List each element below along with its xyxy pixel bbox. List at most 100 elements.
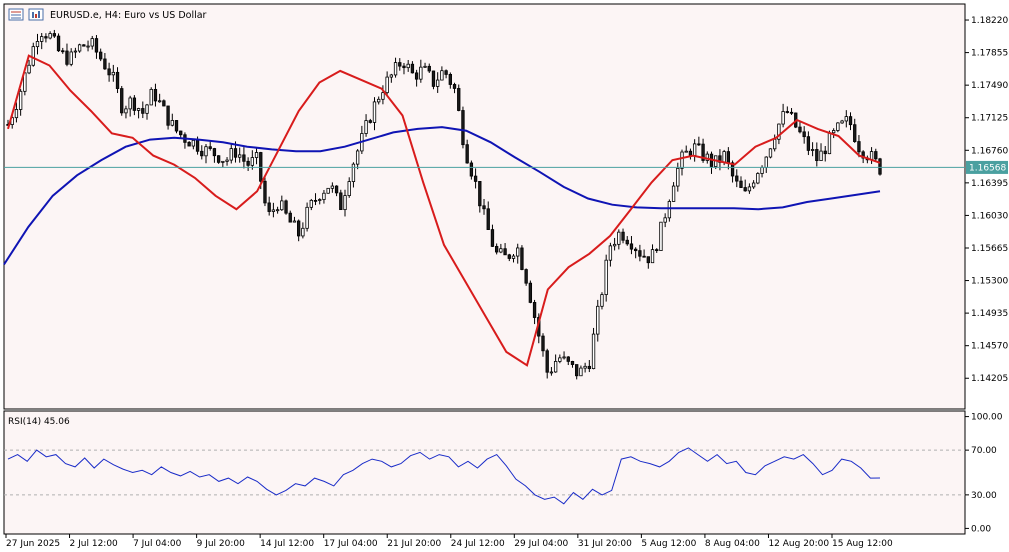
candle-body: [128, 97, 132, 110]
candle-body: [836, 122, 840, 131]
price-tick-label: 1.17125: [971, 114, 1008, 124]
candle-body: [292, 220, 297, 223]
candle-body: [553, 361, 558, 373]
price-tick-label: 1.14205: [971, 374, 1008, 384]
time-tick-label: 14 Jul 12:00: [260, 539, 314, 549]
candle: [82, 44, 86, 47]
candle: [284, 199, 288, 215]
candle-body: [271, 209, 276, 212]
candle-body: [655, 249, 659, 252]
candle-body: [191, 139, 196, 147]
grid-icon[interactable]: [8, 8, 24, 21]
price-tick-label: 1.18220: [971, 16, 1008, 26]
candle: [431, 70, 436, 90]
time-tick-label: 31 Jul 20:00: [578, 539, 632, 549]
candle-body: [86, 45, 90, 48]
candle-body: [431, 70, 436, 87]
candle-body: [393, 62, 398, 76]
candle-body: [815, 149, 819, 162]
candle-body: [52, 33, 57, 37]
chart-title: EURUSD.e, H4: Euro vs US Dollar: [50, 10, 207, 21]
candle-body: [179, 130, 183, 136]
candle-body: [756, 173, 760, 184]
time-tick-label: 21 Jul 20:00: [387, 539, 441, 549]
candle-body: [785, 111, 789, 113]
candle-body: [347, 181, 351, 196]
candle: [339, 189, 343, 211]
candle: [659, 221, 663, 251]
current-price-tag: 1.16568: [966, 160, 1008, 174]
candle-body: [760, 167, 764, 174]
candle-body: [414, 72, 419, 80]
price-tag-label: 1.16568: [969, 163, 1006, 173]
candle-body: [330, 185, 335, 189]
candle-body: [44, 36, 48, 39]
candle-body: [671, 185, 676, 202]
candle-body: [77, 44, 82, 52]
candle-body: [764, 156, 768, 168]
candle-body: [107, 68, 111, 76]
candle-body: [608, 245, 613, 261]
candle-body: [381, 92, 385, 100]
candle-body: [436, 79, 440, 87]
candle-body: [486, 208, 490, 230]
chart-icon[interactable]: [28, 8, 44, 21]
candle-body: [507, 254, 511, 259]
candle-body: [208, 146, 212, 149]
candle-body: [111, 71, 115, 76]
price-tick-label: 1.14935: [971, 309, 1008, 319]
candle-body: [545, 350, 549, 373]
candle-body: [469, 162, 474, 177]
candle-body: [676, 167, 680, 187]
candle-body: [221, 160, 225, 163]
candle-body: [73, 50, 78, 53]
candle-body: [141, 108, 145, 114]
candle: [120, 85, 124, 116]
candle: [836, 122, 840, 133]
candle-body: [768, 148, 773, 158]
price-panel[interactable]: [3, 3, 966, 410]
time-tick-label: 15 Aug 12:00: [832, 539, 893, 549]
candle-body: [773, 138, 777, 150]
candle-body: [600, 294, 604, 307]
candle-body: [684, 150, 688, 153]
candle-body: [802, 131, 806, 138]
candle-body: [212, 148, 217, 157]
candle-body: [583, 365, 587, 369]
candle: [326, 187, 330, 194]
time-tick-label: 7 Jul 04:00: [133, 539, 182, 549]
candle-body: [385, 76, 389, 94]
price-tick-label: 1.15300: [971, 277, 1008, 287]
candle-body: [743, 187, 747, 192]
candle-body: [368, 120, 372, 123]
candle: [461, 106, 465, 149]
candle-body: [94, 38, 99, 53]
time-tick-label: 2 Jul 12:00: [70, 539, 119, 549]
candle-body: [482, 205, 486, 210]
candle-body: [831, 130, 836, 134]
rsi-panel[interactable]: RSI(14) 45.06: [3, 410, 966, 535]
candle-body: [642, 255, 646, 258]
candle-body: [339, 192, 343, 211]
time-tick-label: 17 Jul 04:00: [324, 539, 378, 549]
candle-body: [570, 360, 575, 365]
candle-body: [726, 151, 731, 164]
candle-body: [646, 256, 650, 264]
candle: [162, 99, 166, 107]
price-tick-label: 1.17855: [971, 49, 1008, 59]
candle-body: [204, 146, 208, 157]
candle-body: [499, 248, 503, 253]
candle-body: [465, 144, 469, 164]
candle-body: [149, 88, 153, 106]
candle-body: [61, 50, 65, 53]
candle-body: [132, 97, 137, 111]
candle-body: [781, 111, 785, 125]
price-tick-label: 1.17490: [971, 81, 1008, 91]
candle-body: [238, 154, 242, 158]
candle-body: [490, 229, 495, 247]
candle: [528, 280, 533, 304]
candle-body: [457, 88, 461, 111]
candle-body: [259, 152, 263, 182]
candle-body: [688, 150, 693, 156]
candle-body: [35, 41, 40, 48]
